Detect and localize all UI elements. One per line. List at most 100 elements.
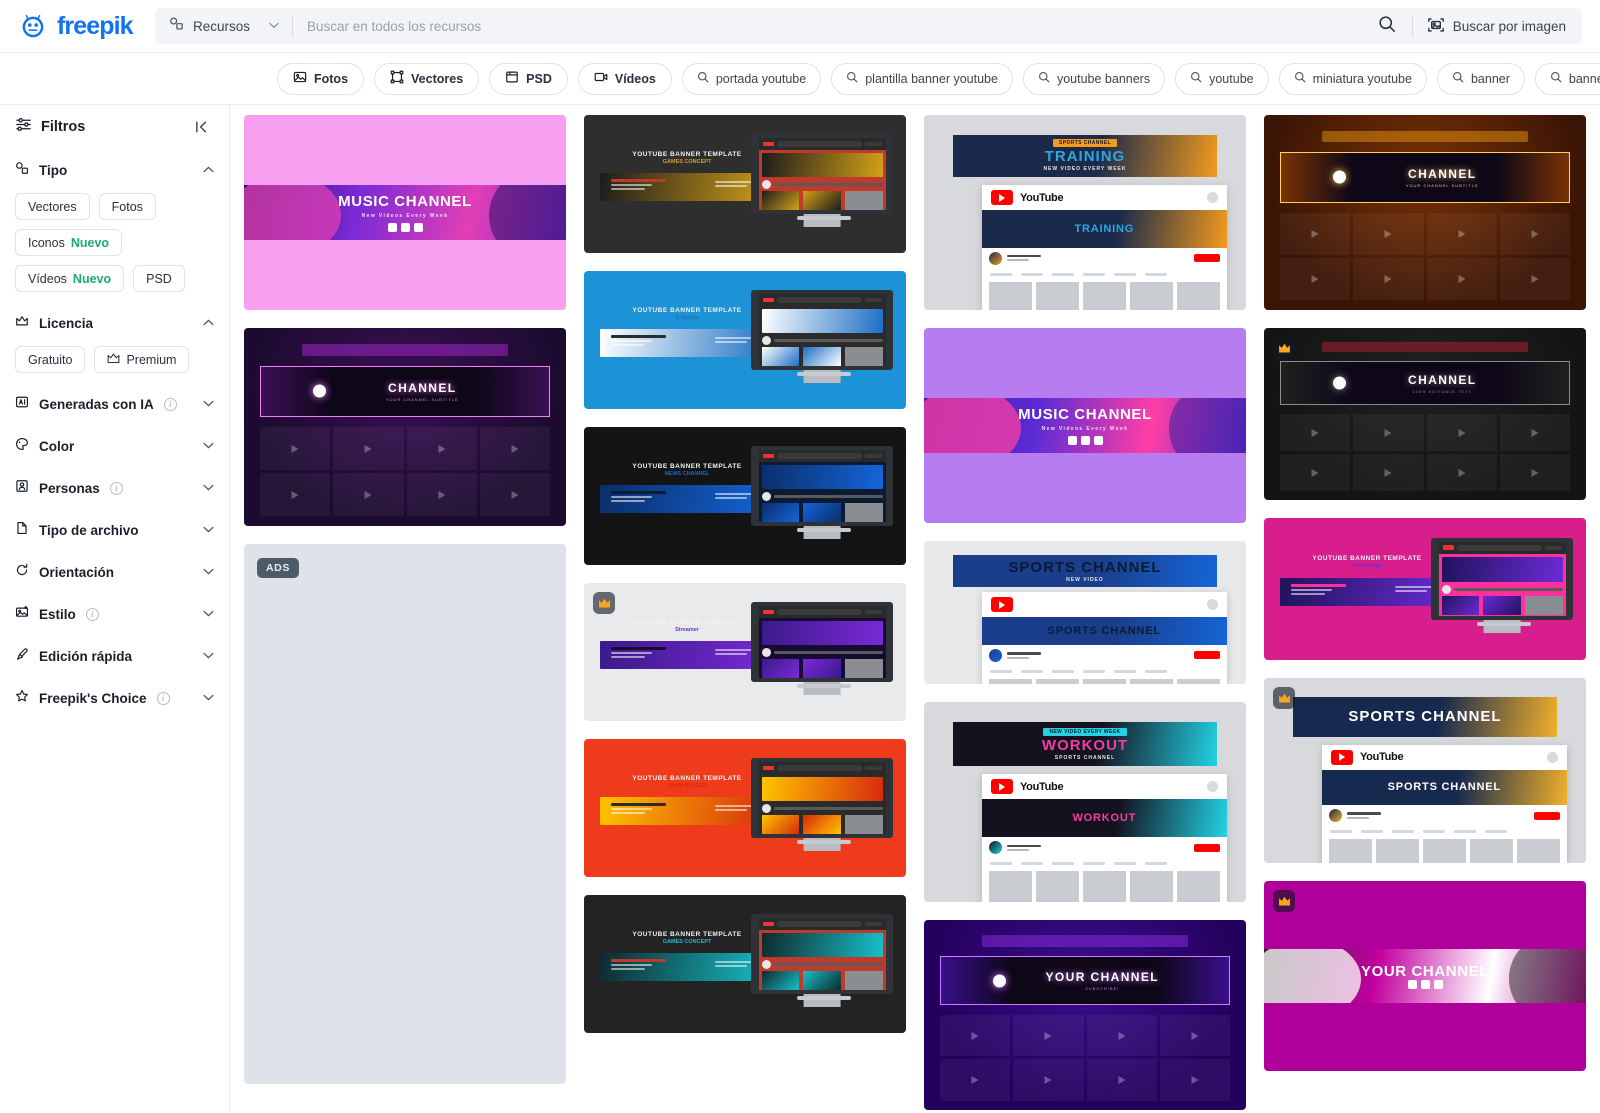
pill-label: Vídeos [28,272,67,286]
filter-group-header[interactable]: Licencia [15,302,214,344]
collapse-sidebar-button[interactable] [194,120,213,134]
result-card[interactable]: CHANNEL YOUR CHANNEL SUBTITLE [1264,115,1586,310]
pill-label: Iconos [28,236,65,250]
star-icon [15,689,29,708]
image-search-button[interactable]: Buscar por imagen [1413,8,1582,44]
type-chip-fotos[interactable]: Fotos [277,63,364,95]
ads-placeholder[interactable]: ADS [244,544,566,1084]
filter-group-header[interactable]: Freepik's Choicei [15,677,214,719]
filter-pill-fotos[interactable]: Fotos [99,193,156,220]
brand-logo[interactable]: freepik [0,11,155,41]
chevron-up-icon [203,317,214,329]
resources-dropdown[interactable]: Recursos [155,8,292,44]
info-icon[interactable]: i [157,692,170,705]
artwork-mockup: YOUTUBE BANNER TEMPLATE Streamer [584,583,906,721]
result-card[interactable]: SPORTS CHANNEL TRAINING NEW VIDEO EVERY … [924,115,1246,310]
result-card[interactable]: CHANNEL 100% EDITABLE TEXT [1264,328,1586,500]
artwork-channel-dark: CHANNEL YOUR CHANNEL SUBTITLE [244,328,566,526]
result-card[interactable]: YOUR CHANNEL [1264,881,1586,1071]
type-chip-vectores[interactable]: Vectores [374,63,479,95]
filter-group-header[interactable]: Tipo [15,149,214,191]
suggestion-chip-portada-youtube[interactable]: portada youtube [682,63,821,95]
filter-group-header[interactable]: Edición rápida [15,635,214,677]
suggestion-chip-banner[interactable]: banner [1437,63,1525,95]
info-icon[interactable]: i [164,398,177,411]
filter-pill-psd[interactable]: PSD [133,265,185,292]
facebook-icon [388,223,397,232]
video-thumbnail-row [982,869,1227,902]
chevron-down-icon [203,482,214,494]
info-icon[interactable]: i [86,608,99,621]
result-card[interactable]: YOUTUBE BANNER TEMPLATE GAMES CONCEPT [584,895,906,1033]
filter-group-header[interactable]: Estiloi [15,593,214,635]
filter-pill-list: Gratuito Premium [15,344,214,383]
filter-pill-gratuito[interactable]: Gratuito [15,346,85,373]
suggestion-chip-youtube[interactable]: youtube [1175,63,1268,95]
video-tile-grid [260,427,550,516]
chip-label: plantilla banner youtube [865,72,998,86]
banner-subtitle: 100% EDITABLE TEXT [1412,389,1472,394]
filter-pill-iconos[interactable]: IconosNuevo [15,229,122,256]
monitor-mockup [751,134,893,214]
suggestion-chip-youtube-banners[interactable]: youtube banners [1023,63,1165,95]
filter-group-header[interactable]: Color [15,425,214,467]
result-card[interactable]: CHANNEL YOUR CHANNEL SUBTITLE [244,328,566,526]
banner-subtitle: SUBSCRIBE! [1085,986,1119,991]
chip-label: portada youtube [716,72,806,86]
suggestion-chip-plantilla-banner-youtube[interactable]: plantilla banner youtube [831,63,1013,95]
avatar [1207,192,1218,203]
filters-icon [15,116,32,138]
crown-icon [15,314,29,333]
chevron-down-icon [203,692,214,704]
chip-label: Vectores [411,72,463,86]
result-card[interactable]: SPORTS CHANNEL NEW VIDEO SPORTS CHANNEL [924,541,1246,684]
result-card[interactable]: YOUTUBE BANNER TEMPLATE Streamer [584,583,906,721]
premium-crown-icon [593,592,615,614]
subscribe-button[interactable] [1534,812,1560,820]
info-icon[interactable]: i [110,482,123,495]
youtube-topbar: YouTube [1322,745,1567,770]
monitor-stand-base [797,840,852,844]
result-card[interactable]: YOUTUBE BANNER TEMPLATE JOHN MULLER [584,739,906,877]
result-card[interactable]: YOUTUBE BANNER TEMPLATE NEWS CHANNEL [584,427,906,565]
result-card[interactable]: YOUTUBE BANNER TEMPLATE E-Sports [584,271,906,409]
banner-artwork: SPORTS CHANNEL NEW VIDEO [953,555,1217,586]
suggestion-chip-banner-web[interactable]: banner web [1535,63,1600,95]
artwork-channel-dark: CHANNEL 100% EDITABLE TEXT [1264,328,1586,500]
subscribe-button[interactable] [1194,254,1220,262]
search-submit-button[interactable] [1362,15,1412,38]
result-card[interactable]: SPORTS CHANNEL YouTube SPORTS CHANNEL [1264,678,1586,863]
search-icon [1038,71,1050,86]
result-card[interactable]: YOUTUBE BANNER TEMPLATE GAMES CONCEPT [584,115,906,253]
avatar [1207,599,1218,610]
subscribe-button[interactable] [1194,651,1220,659]
result-card[interactable]: NEW VIDEO EVERY WEEK WORKOUT SPORTS CHAN… [924,702,1246,902]
type-chip-psd[interactable]: PSD [489,63,568,95]
result-card[interactable]: YOUTUBE BANNER TEMPLATE Technology [1264,518,1586,660]
type-chip-vdeos[interactable]: Vídeos [578,63,672,95]
filter-pill-premium[interactable]: Premium [94,346,189,373]
banner-artwork [600,485,774,513]
youtube-logo-icon [1331,750,1353,765]
result-card[interactable]: YOUR CHANNEL SUBSCRIBE! [924,920,1246,1110]
filter-pill-vectores[interactable]: Vectores [15,193,90,220]
monitor-stand-base [797,372,852,376]
channel-banner: SPORTS CHANNEL [982,617,1227,644]
filter-pill-vdeos[interactable]: VídeosNuevo [15,265,124,292]
filter-group-header[interactable]: Generadas con IAi [15,383,214,425]
banner-subtitle: New Videos Every Week [362,213,449,219]
search-input[interactable] [293,19,1362,34]
banner-subtitle: NEW VIDEO EVERY WEEK [1043,166,1126,172]
premium-crown-icon [1273,337,1295,359]
channel-navigation [982,269,1227,280]
result-card[interactable]: MUSIC CHANNEL New Videos Every Week [924,328,1246,523]
subscribe-button[interactable] [1194,844,1220,852]
chevron-down-icon [203,566,214,578]
filter-group-header[interactable]: Tipo de archivo [15,509,214,551]
pill-label: Vectores [28,200,77,214]
suggestion-chip-miniatura-youtube[interactable]: miniatura youtube [1279,63,1427,95]
filter-group-header[interactable]: Orientación [15,551,214,593]
filter-group-header[interactable]: Personasi [15,467,214,509]
result-card[interactable]: MUSIC CHANNEL New Videos Every Week [244,115,566,310]
artwork-mockup: YOUTUBE BANNER TEMPLATE GAMES CONCEPT [584,895,906,1033]
